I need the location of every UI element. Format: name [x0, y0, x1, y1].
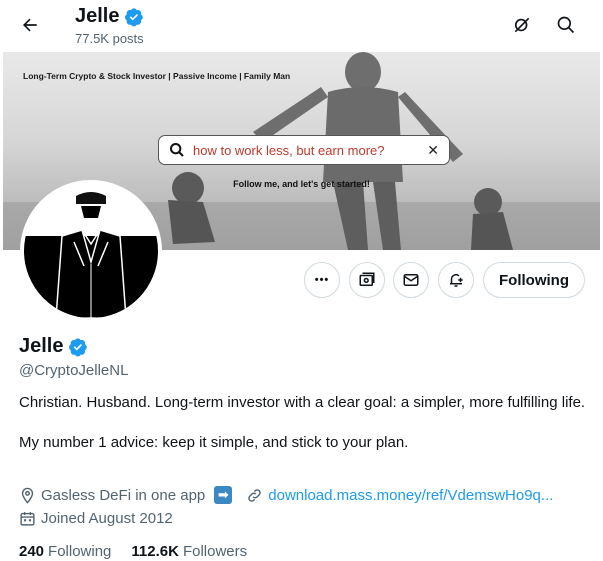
search-icon: [557, 16, 575, 34]
notify-button[interactable]: [438, 262, 474, 298]
bio-line-2: My number 1 advice: keep it simple, and …: [19, 434, 409, 451]
grok-button[interactable]: [505, 8, 539, 42]
website-link[interactable]: download.mass.money/ref/VdemswHo9q...: [268, 487, 553, 504]
joined-item: Joined August 2012: [19, 510, 173, 527]
location-item: Gasless DeFi in one app ➡: [19, 486, 233, 504]
grok-icon: [514, 17, 530, 33]
post-count: 77.5K posts: [75, 31, 144, 46]
link-icon: [248, 488, 262, 502]
back-arrow-icon: [23, 18, 37, 32]
banner-tagline: Long-Term Crypto & Stock Investor | Pass…: [23, 71, 291, 81]
avatar-suit-graphic: [24, 184, 158, 318]
calendar-icon: [20, 512, 35, 526]
profile-meta: Gasless DeFi in one app ➡ download.mass.…: [19, 486, 553, 504]
following-stat[interactable]: 240 Following: [19, 543, 111, 560]
arrow-right-emoji-icon: ➡: [214, 486, 233, 504]
banner-search-text: how to work less, but earn more?: [193, 142, 385, 158]
following-button[interactable]: Following: [483, 262, 585, 298]
followers-count: 112.6K: [131, 543, 179, 560]
profile-header: Jelle 77.5K posts: [0, 0, 603, 52]
subscribe-button[interactable]: [349, 262, 385, 298]
verified-badge-icon[interactable]: [68, 337, 88, 357]
location-text: Gasless DeFi in one app: [41, 486, 206, 504]
more-icon: •••: [314, 274, 330, 286]
followers-stat[interactable]: 112.6K Followers: [131, 543, 247, 560]
following-label: Following: [48, 543, 112, 560]
profile-bio: Christian. Husband. Long-term investor w…: [19, 393, 589, 473]
verified-badge-icon: [125, 7, 144, 26]
profile-name: Jelle: [19, 335, 88, 358]
banner-search-icon: [170, 143, 184, 157]
banner-search-graphic: how to work less, but earn more? ✕: [158, 135, 450, 165]
header-title: Jelle: [75, 5, 144, 28]
message-icon: [403, 274, 419, 286]
banner-close-icon: ✕: [427, 141, 439, 158]
search-button[interactable]: [549, 8, 583, 42]
profile-meta-joined: Joined August 2012: [19, 510, 173, 527]
joined-text: Joined August 2012: [41, 510, 173, 527]
following-count: 240: [19, 543, 45, 560]
header-name: Jelle: [75, 5, 120, 27]
website-item: download.mass.money/ref/VdemswHo9q...: [246, 487, 553, 504]
followers-label: Followers: [182, 543, 248, 560]
follow-stats: 240 Following 112.6K Followers: [19, 543, 247, 560]
avatar[interactable]: [20, 180, 162, 322]
profile-handle: @CryptoJelleNL: [19, 362, 129, 379]
location-pin-icon: [21, 487, 34, 504]
more-button[interactable]: •••: [304, 262, 340, 298]
notify-icon: [450, 273, 463, 287]
subscribe-icon: [359, 272, 375, 286]
profile-name-text: Jelle: [19, 335, 64, 357]
back-button[interactable]: [13, 8, 47, 42]
bio-line-1: Christian. Husband. Long-term investor w…: [19, 394, 586, 411]
message-button[interactable]: [393, 262, 429, 298]
